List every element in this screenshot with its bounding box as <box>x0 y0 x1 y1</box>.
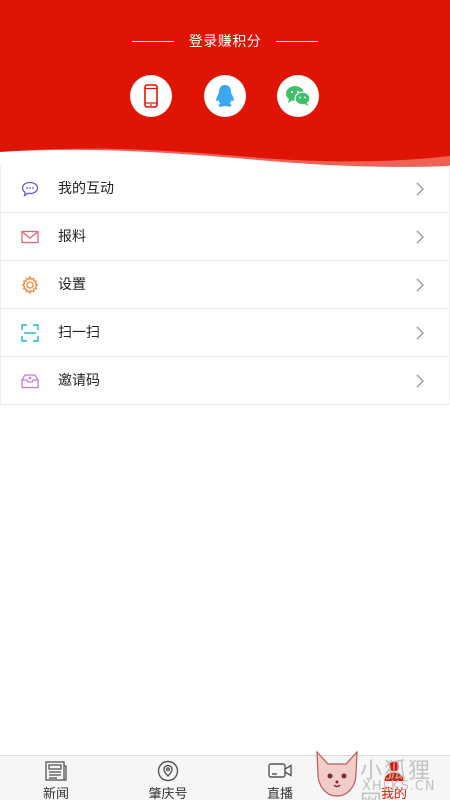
person-icon <box>384 761 404 781</box>
location-pin-icon <box>157 760 179 782</box>
login-header: 登录赚积分 <box>0 0 450 175</box>
tab-news[interactable]: 新闻 <box>0 756 112 800</box>
menu-item-label: 报料 <box>58 229 86 245</box>
qq-login-button[interactable] <box>204 75 246 117</box>
tab-label: 肇庆号 <box>148 787 188 800</box>
chevron-right-icon <box>416 278 424 292</box>
login-title: 登录赚积分 <box>0 31 450 51</box>
menu-item-label: 设置 <box>58 277 86 293</box>
chevron-right-icon <box>416 326 424 340</box>
chevron-right-icon <box>416 230 424 244</box>
menu-item-scan[interactable]: 扫一扫 <box>1 309 449 357</box>
menu-list: 我的互动 报料 设置 扫一扫 邀请码 <box>0 165 450 405</box>
tab-live[interactable]: 直播 <box>224 756 336 800</box>
menu-item-label: 我的互动 <box>58 181 114 197</box>
tab-label: 我的 <box>380 787 407 800</box>
bottom-tab-bar: 新闻 肇庆号 直播 我的 <box>0 755 450 800</box>
login-title-text: 登录赚积分 <box>188 34 262 50</box>
gear-icon <box>20 275 40 295</box>
title-right-rule <box>276 40 319 42</box>
profile-menu: 我的互动 报料 设置 扫一扫 邀请码 <box>0 165 450 405</box>
menu-item-settings[interactable]: 设置 <box>1 261 449 309</box>
wechat-icon <box>286 86 311 106</box>
menu-item-label: 邀请码 <box>58 373 100 389</box>
tab-mine[interactable]: 我的 <box>338 756 450 800</box>
scan-icon <box>20 323 40 343</box>
menu-item-my-interaction[interactable]: 我的互动 <box>1 165 449 213</box>
video-camera-icon <box>268 763 292 778</box>
menu-item-report[interactable]: 报料 <box>1 213 449 261</box>
invite-inbox-icon <box>20 371 40 391</box>
newspaper-icon <box>45 761 67 781</box>
tab-label: 新闻 <box>42 787 69 800</box>
tab-label: 直播 <box>266 787 293 800</box>
chevron-right-icon <box>416 182 424 196</box>
title-left-rule <box>131 40 174 42</box>
qq-penguin-icon <box>216 85 234 107</box>
chat-bubble-icon <box>20 179 40 199</box>
menu-item-invite-code[interactable]: 邀请码 <box>1 357 449 405</box>
menu-item-label: 扫一扫 <box>58 325 100 341</box>
phone-login-button[interactable] <box>130 75 172 117</box>
envelope-icon <box>20 227 40 247</box>
phone-icon <box>144 84 158 108</box>
wechat-login-button[interactable] <box>277 75 319 117</box>
profile-screen: 登录赚积分 我的互动 报料 设置 扫一扫 邀请码 新闻 肇庆号 直播 我的 小狐… <box>0 0 450 800</box>
tab-zhaoqing-hao[interactable]: 肇庆号 <box>112 756 224 800</box>
chevron-right-icon <box>416 374 424 388</box>
